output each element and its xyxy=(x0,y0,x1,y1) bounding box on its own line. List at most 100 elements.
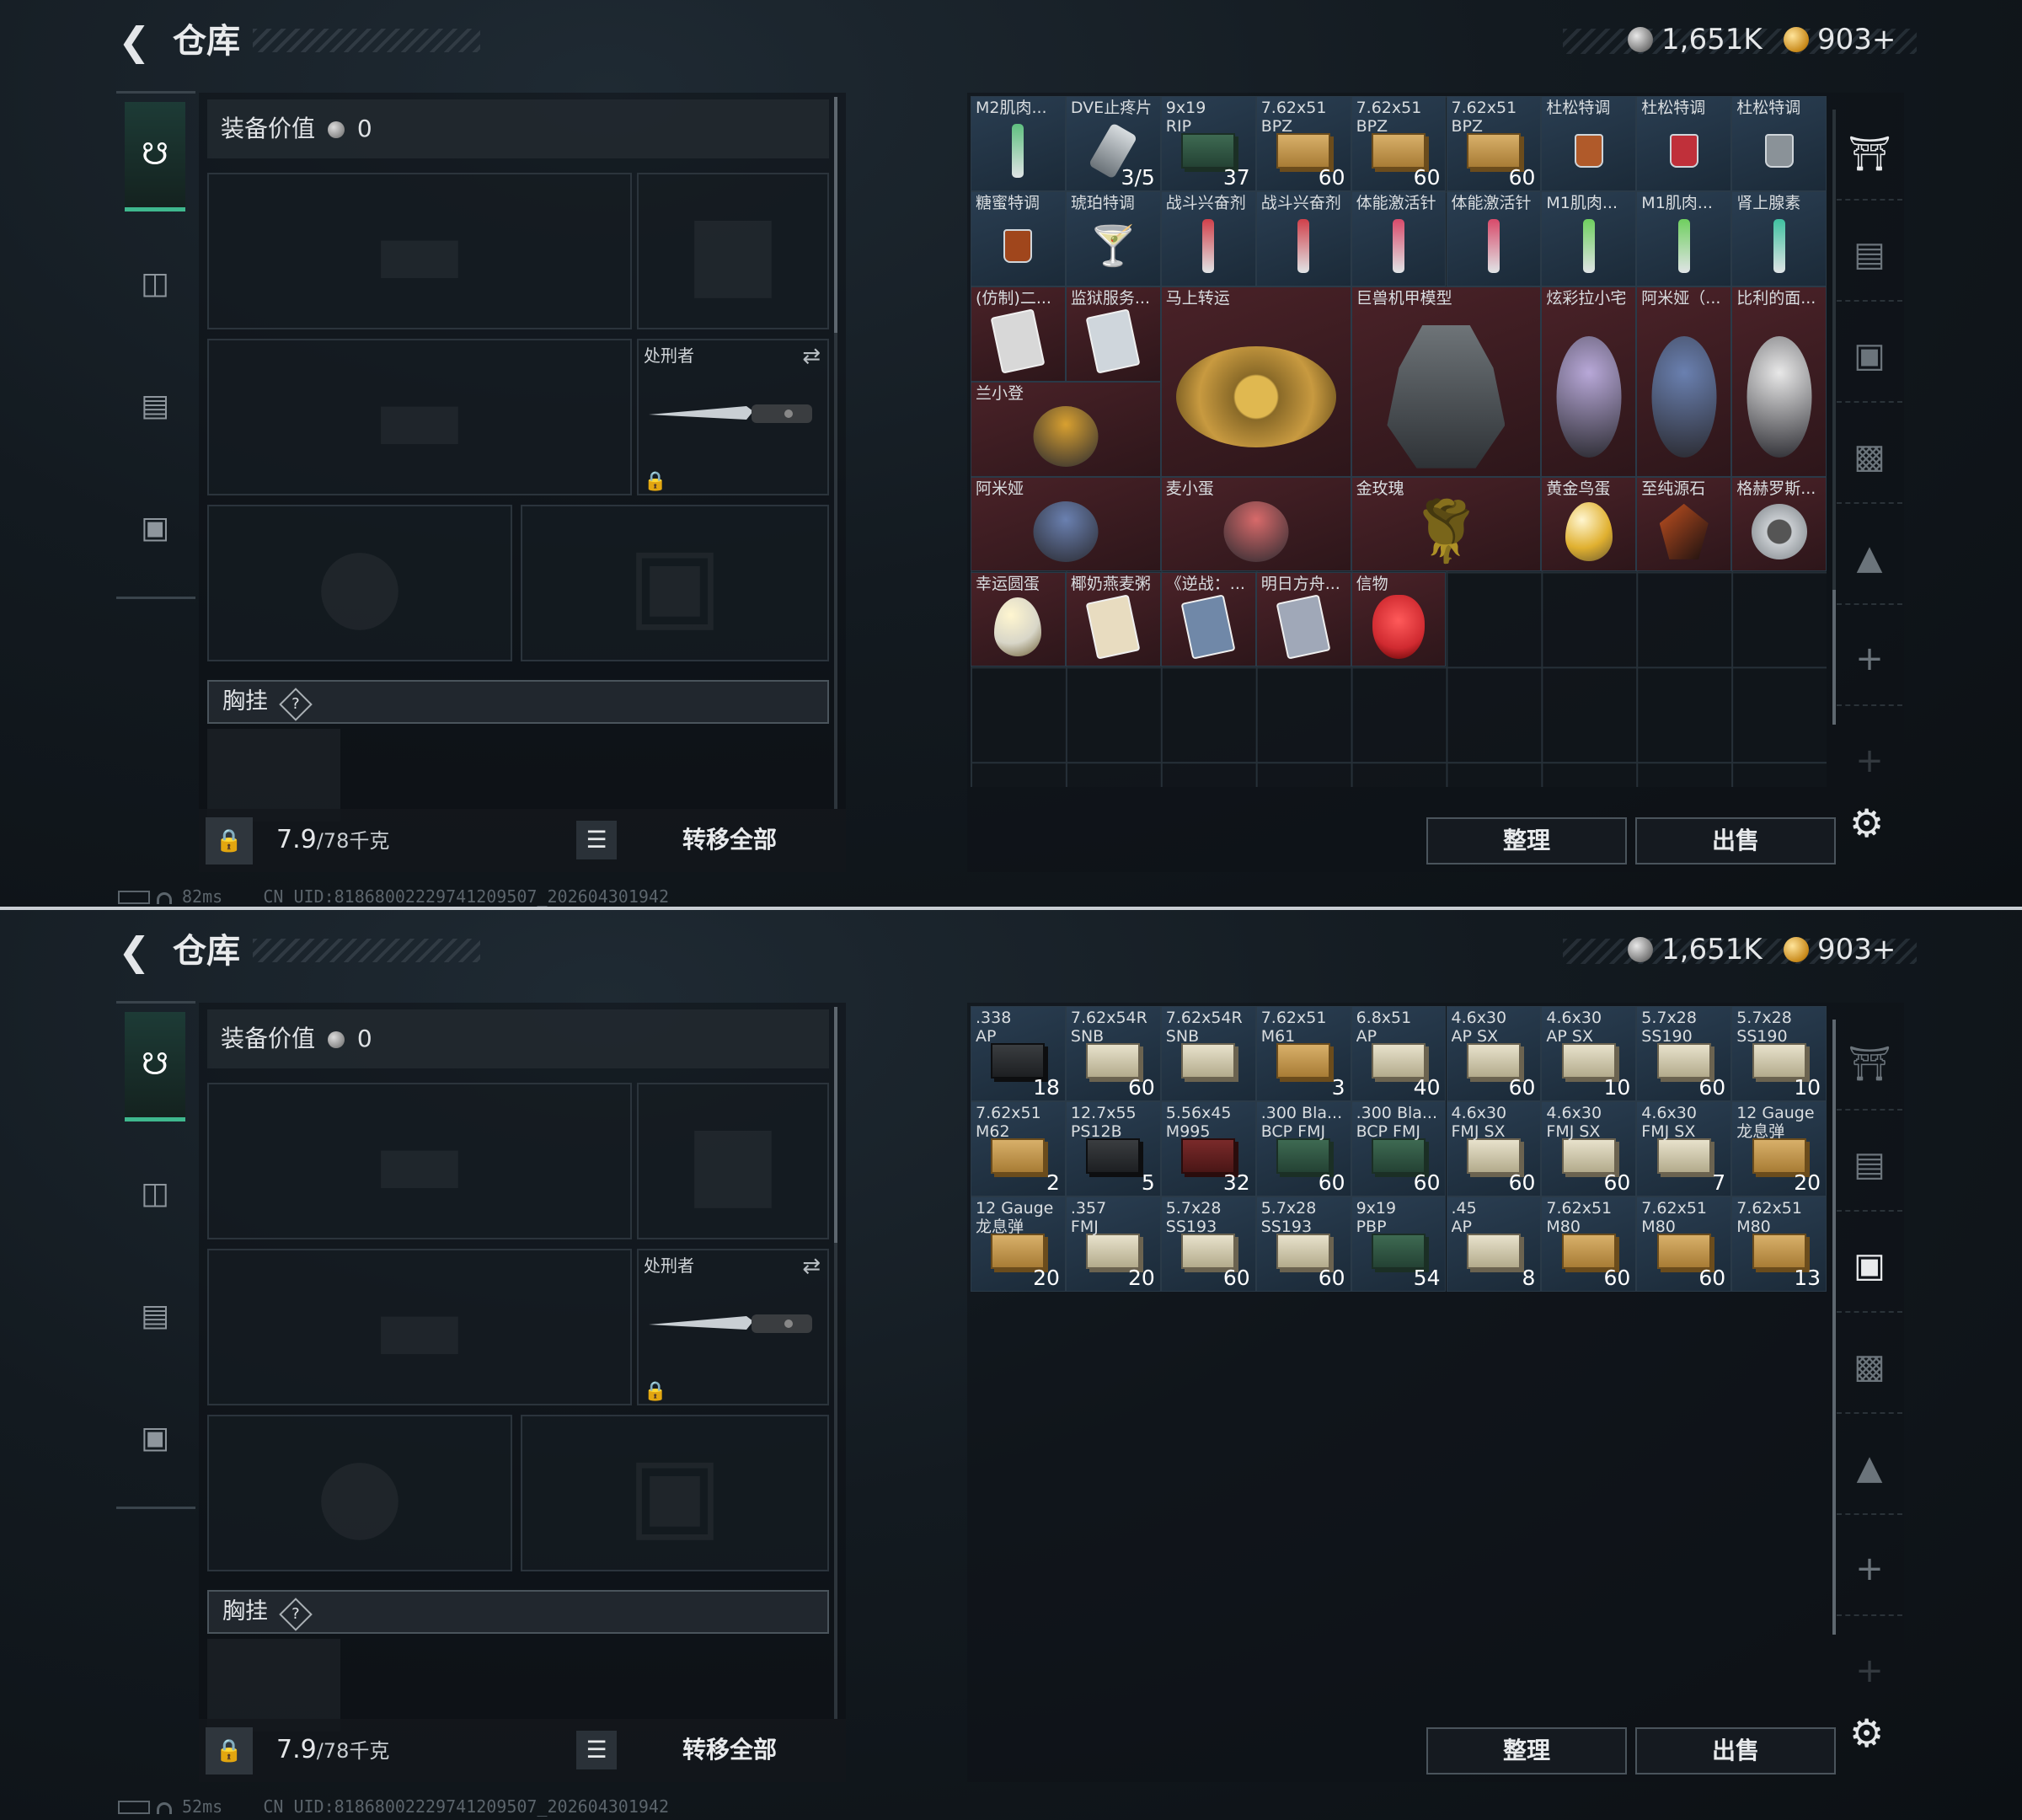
stash-item[interactable]: DVE止疼片 3/5 xyxy=(1065,96,1161,191)
stash-item[interactable]: 琥珀特调 🍸 xyxy=(1065,190,1161,286)
gold-currency-value[interactable]: 903+ xyxy=(1817,930,1896,969)
case-tab-icon[interactable]: ▣ xyxy=(125,1383,185,1492)
stash-item[interactable]: 马上转运 xyxy=(1160,286,1351,477)
chest-rig-bar[interactable]: 胸挂 ? xyxy=(207,1590,829,1634)
stash-item[interactable]: 明日方舟... xyxy=(1255,571,1351,667)
stash-item[interactable]: 7.62x51 M80 60 xyxy=(1541,1196,1637,1292)
stash-item[interactable]: 7.62x54R SNB 60 xyxy=(1065,1006,1161,1101)
backpack-tab-icon[interactable]: ◫ xyxy=(125,1138,185,1248)
transfer-all-button[interactable]: 转移全部 xyxy=(645,1731,814,1769)
equipment-scrollbar[interactable] xyxy=(834,97,837,809)
stash-item[interactable]: 黄金鸟蛋 xyxy=(1541,476,1637,572)
stash-item[interactable]: 战斗兴奋剂 xyxy=(1255,190,1351,286)
weight-lock-icon[interactable]: 🔒 xyxy=(206,1727,253,1774)
stash-home-tab-icon[interactable]: ⛩ xyxy=(1837,1018,1902,1111)
stash-item[interactable]: 9x19 PBP 54 xyxy=(1351,1196,1447,1292)
stash-tab-ammo-icon[interactable]: ▣ xyxy=(1837,310,1902,403)
stash-item[interactable]: 5.7x28 SS193 60 xyxy=(1255,1196,1351,1292)
stash-scrollbar[interactable] xyxy=(1832,110,1836,725)
stash-item[interactable]: .45 AP 8 xyxy=(1446,1196,1542,1292)
stash-item[interactable]: 巨兽机甲模型 xyxy=(1351,286,1542,477)
stash-item[interactable]: (仿制)二... xyxy=(971,286,1066,382)
gold-currency-value[interactable]: 903+ xyxy=(1817,20,1896,59)
settings-gear-icon[interactable]: ⚙ xyxy=(1849,800,1884,846)
chest-rig-bar[interactable]: 胸挂 ? xyxy=(207,680,829,724)
pistol-slot[interactable]: ■ xyxy=(637,173,829,329)
stash-item[interactable]: 12 Gauge 龙息弹 20 xyxy=(1731,1100,1827,1196)
stash-item[interactable]: 阿米娅 xyxy=(971,476,1161,572)
swap-icon[interactable]: ⇄ xyxy=(802,344,821,369)
chest-rig-slot[interactable] xyxy=(207,729,340,822)
stash-item[interactable]: 金玫瑰 🌹 xyxy=(1351,476,1542,572)
stash-item[interactable]: .300 Bla... BCP FMJ 60 xyxy=(1351,1100,1447,1196)
stash-item[interactable]: .338 AP 18 xyxy=(971,1006,1066,1101)
sort-button[interactable]: 整理 xyxy=(1426,1727,1627,1774)
stash-item[interactable]: 麦小蛋 xyxy=(1160,476,1351,572)
secondary-weapon-slot[interactable]: ▬ xyxy=(207,1249,632,1405)
weight-lock-icon[interactable]: 🔒 xyxy=(206,817,253,864)
stash-tab-3-icon[interactable]: ▤ xyxy=(1837,1119,1902,1212)
stash-tab-ammo-icon[interactable]: ▣ xyxy=(1837,1220,1902,1313)
helmet-slot[interactable]: ● xyxy=(207,1415,512,1571)
stash-item[interactable]: 体能激活针 xyxy=(1446,190,1542,286)
stash-item[interactable]: 兰小登 xyxy=(971,381,1161,477)
sell-button[interactable]: 出售 xyxy=(1635,817,1836,864)
stash-item[interactable]: 杜松特调 xyxy=(1541,96,1637,191)
stash-item[interactable]: 4.6x30 AP SX 60 xyxy=(1446,1006,1542,1101)
back-arrow-icon[interactable]: ❮ xyxy=(118,929,152,974)
stash-tab-4-icon[interactable]: ▩ xyxy=(1837,411,1902,504)
equipment-scrollbar[interactable] xyxy=(834,1007,837,1719)
stash-item[interactable]: 7.62x54R SNB xyxy=(1160,1006,1256,1101)
swap-icon[interactable]: ⇄ xyxy=(802,1254,821,1279)
pistol-slot[interactable]: ■ xyxy=(637,1083,829,1239)
primary-weapon-slot[interactable]: ▬ xyxy=(207,1083,632,1239)
case-tab-icon[interactable]: ▣ xyxy=(125,473,185,582)
stash-item[interactable]: 7.62x51 BPZ 60 xyxy=(1351,96,1447,191)
secondary-weapon-slot[interactable]: ▬ xyxy=(207,339,632,495)
stash-item[interactable]: 至纯源石 xyxy=(1636,476,1732,572)
stash-item[interactable]: M1肌肉... xyxy=(1636,190,1732,286)
stash-item[interactable]: 7.62x51 BPZ 60 xyxy=(1446,96,1542,191)
stash-item[interactable]: 12 Gauge 龙息弹 20 xyxy=(971,1196,1066,1292)
stash-tab-5-icon[interactable]: ▲ xyxy=(1837,512,1902,605)
stash-item[interactable]: 幸运圆蛋 xyxy=(971,571,1066,667)
sort-button[interactable]: 整理 xyxy=(1426,817,1627,864)
chest-rig-slot[interactable] xyxy=(207,1639,340,1732)
stash-scrollbar[interactable] xyxy=(1832,1020,1836,1635)
stash-item[interactable]: 5.7x28 SS193 60 xyxy=(1160,1196,1256,1292)
help-icon[interactable]: ? xyxy=(278,1598,313,1631)
stash-item[interactable]: 5.56x45 M995 32 xyxy=(1160,1100,1256,1196)
stash-item[interactable]: 《逆战：... xyxy=(1160,571,1256,667)
stash-item[interactable]: 7.62x51 BPZ 60 xyxy=(1255,96,1351,191)
stash-item[interactable]: 7.62x51 M62 2 xyxy=(971,1100,1066,1196)
stash-item[interactable]: 7.62x51 M80 13 xyxy=(1731,1196,1827,1292)
transfer-all-button[interactable]: 转移全部 xyxy=(645,821,814,859)
stash-item[interactable]: 比利的面... xyxy=(1731,286,1827,477)
stash-item[interactable]: 7.62x51 M80 60 xyxy=(1636,1196,1732,1292)
weapon-tab-icon[interactable]: ☋ xyxy=(125,1012,185,1121)
settings-gear-icon[interactable]: ⚙ xyxy=(1849,1710,1884,1756)
stash-tab-3-icon[interactable]: ▤ xyxy=(1837,209,1902,302)
stash-item[interactable]: 战斗兴奋剂 xyxy=(1160,190,1256,286)
help-icon[interactable]: ? xyxy=(278,688,313,721)
add-tab-icon[interactable]: + xyxy=(1837,1523,1902,1616)
stash-item[interactable]: 6.8x51 AP 40 xyxy=(1351,1006,1447,1101)
stash-item[interactable]: 体能激活针 xyxy=(1351,190,1447,286)
stash-item[interactable]: 信物 xyxy=(1351,571,1447,667)
stash-item[interactable]: 4.6x30 FMJ SX 7 xyxy=(1636,1100,1732,1196)
list-icon[interactable]: ☰ xyxy=(576,1731,617,1769)
stash-item[interactable]: M2肌肉... xyxy=(971,96,1066,191)
stash-item[interactable]: 格赫罗斯... xyxy=(1731,476,1827,572)
stash-item[interactable]: 阿米娅（... xyxy=(1636,286,1732,477)
armor-slot[interactable]: ▣ xyxy=(521,1415,829,1571)
stash-item[interactable]: 5.7x28 SS190 10 xyxy=(1731,1006,1827,1101)
stash-item[interactable]: 7.62x51 M61 3 xyxy=(1255,1006,1351,1101)
stash-item[interactable]: 9x19 RIP 37 xyxy=(1160,96,1256,191)
stash-item[interactable]: M1肌肉... xyxy=(1541,190,1637,286)
stash-item[interactable]: 杜松特调 xyxy=(1731,96,1827,191)
helmet-slot[interactable]: ● xyxy=(207,505,512,661)
stash-home-tab-icon[interactable]: ⛩ xyxy=(1837,108,1902,201)
vest-tab-icon[interactable]: ▤ xyxy=(125,1261,185,1370)
stash-item[interactable]: .300 Bla... BCP FMJ 60 xyxy=(1255,1100,1351,1196)
stash-item[interactable]: 糖蜜特调 xyxy=(971,190,1066,286)
